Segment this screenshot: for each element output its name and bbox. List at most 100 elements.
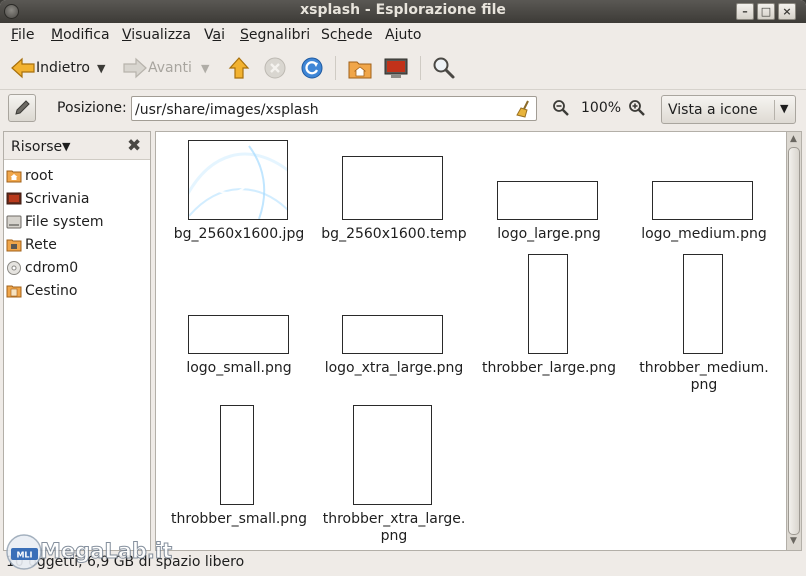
file-thumbnail — [652, 181, 753, 220]
watermark-badge: MLI — [16, 551, 32, 560]
toolbar-separator — [335, 56, 336, 80]
menu-visualizza[interactable]: Visualizza — [122, 27, 191, 43]
zoom-in-button[interactable] — [628, 99, 646, 121]
view-mode-label: Vista a icone — [668, 102, 758, 118]
menu-segnalibri[interactable]: Segnalibri — [240, 27, 310, 43]
minimize-button[interactable]: – — [736, 3, 754, 20]
chevron-down-icon: ▼ — [780, 102, 789, 115]
drive-icon — [6, 215, 22, 229]
forward-history-button[interactable]: ▼ — [201, 46, 209, 90]
clear-location-button[interactable] — [516, 100, 532, 122]
sidebar-item-label: Scrivania — [25, 191, 90, 207]
back-arrow-icon — [11, 57, 35, 79]
pencil-icon — [15, 100, 30, 115]
file-name: throbber_xtra_large. — [322, 511, 466, 527]
back-button[interactable]: Indietro — [10, 46, 90, 90]
sidebar-item-label: Cestino — [25, 283, 78, 299]
title-bar[interactable]: xsplash - Esplorazione file – □ × — [0, 0, 806, 23]
scrollbar-thumb[interactable] — [788, 147, 800, 535]
file-thumbnail — [342, 315, 443, 354]
view-mode-select[interactable]: Vista a icone ▼ — [661, 95, 796, 124]
back-label: Indietro — [36, 60, 90, 76]
up-button[interactable] — [228, 46, 250, 90]
file-name: throbber_large.png — [481, 360, 617, 376]
computer-button[interactable] — [383, 46, 409, 90]
chevron-down-icon[interactable]: ▼ — [62, 140, 70, 153]
maximize-button[interactable]: □ — [757, 3, 775, 20]
file-manager-window: xsplash - Esplorazione file – □ × File M… — [0, 0, 806, 576]
up-arrow-icon — [228, 57, 250, 79]
sidebar-item-label: File system — [25, 214, 104, 230]
search-button[interactable] — [432, 46, 456, 90]
menu-vai[interactable]: Vai — [204, 27, 225, 43]
toolbar: Indietro ▼ Avanti ▼ — [0, 46, 806, 90]
toggle-location-button[interactable] — [8, 94, 36, 122]
forward-button[interactable]: Avanti — [122, 46, 192, 90]
network-icon — [6, 239, 22, 252]
file-name: throbber_small.png — [171, 511, 307, 527]
sidebar-item-root[interactable]: root — [4, 165, 150, 187]
scroll-down-icon[interactable]: ▼ — [790, 536, 797, 546]
reload-button[interactable] — [300, 46, 324, 90]
desktop-icon — [6, 192, 22, 205]
sidebar-item-scrivania[interactable]: Scrivania — [4, 188, 150, 210]
menu-bar: File Modifica Visualizza Vai Segnalibri … — [0, 23, 806, 46]
sidebar-item-cdrom0[interactable]: cdrom0 — [4, 257, 150, 279]
home-folder-icon — [348, 61, 372, 79]
sidebar-item-rete[interactable]: Rete — [4, 234, 150, 256]
sidebar-header: Risorse ▼ ✖ — [4, 132, 150, 160]
chevron-down-icon: ▼ — [201, 61, 210, 75]
location-input[interactable] — [131, 96, 537, 121]
menu-aiuto[interactable]: Aiuto — [385, 27, 421, 43]
file-thumbnail — [497, 181, 598, 220]
menu-schede[interactable]: Schede — [321, 27, 373, 43]
zoom-out-button[interactable] — [552, 99, 570, 121]
file-name: logo_large.png — [497, 226, 601, 242]
menu-file[interactable]: File — [11, 27, 34, 43]
back-history-button[interactable]: ▼ — [97, 46, 105, 90]
file-thumbnail — [342, 156, 443, 220]
select-separator — [774, 100, 775, 120]
sidebar-item-filesystem[interactable]: File system — [4, 211, 150, 233]
file-thumbnail — [353, 405, 432, 505]
file-name: logo_xtra_large.png — [324, 360, 464, 376]
sidebar-item-cestino[interactable]: Cestino — [4, 280, 150, 302]
file-thumbnail — [220, 405, 254, 505]
file-thumbnail — [188, 315, 289, 354]
zoom-out-icon — [553, 100, 569, 116]
home-folder-icon — [6, 170, 22, 183]
file-name: logo_small.png — [186, 360, 292, 376]
broom-icon — [516, 100, 529, 118]
file-name: bg_2560x1600.jpg — [173, 226, 305, 242]
file-name: throbber_medium. — [639, 360, 769, 376]
cdrom-icon — [7, 261, 21, 275]
stop-icon — [264, 57, 286, 79]
chevron-down-icon: ▼ — [97, 61, 106, 75]
vertical-scrollbar[interactable]: ▲ ▼ — [786, 131, 802, 551]
sidebar-title[interactable]: Risorse — [11, 139, 62, 155]
reload-icon — [301, 57, 323, 79]
file-thumbnail — [528, 254, 568, 354]
scroll-up-icon[interactable]: ▲ — [790, 134, 797, 144]
location-label: Posizione: — [57, 100, 127, 116]
zoom-level[interactable]: 100% — [581, 100, 621, 116]
file-name-line2: png — [380, 528, 408, 544]
close-button[interactable]: × — [778, 3, 796, 20]
sidebar-item-label: root — [25, 168, 54, 184]
window-title: xsplash - Esplorazione file — [300, 2, 506, 18]
trash-icon — [6, 285, 22, 298]
zoom-in-icon — [629, 100, 645, 116]
file-name-line2: png — [690, 377, 718, 393]
search-icon — [433, 57, 455, 79]
file-name: logo_medium.png — [641, 226, 767, 242]
file-icon-view: bg_2560x1600.jpg bg_2560x1600.temp logo_… — [155, 131, 787, 551]
home-button[interactable] — [347, 46, 373, 90]
file-thumbnail — [683, 254, 723, 354]
close-sidebar-icon[interactable]: ✖ — [127, 136, 141, 156]
stop-button[interactable] — [264, 46, 286, 90]
sidebar-item-label: Rete — [25, 237, 57, 253]
toolbar-separator — [420, 56, 421, 80]
sidebar-item-label: cdrom0 — [25, 260, 79, 276]
forward-arrow-icon — [123, 57, 147, 79]
menu-modifica[interactable]: Modifica — [51, 27, 110, 43]
